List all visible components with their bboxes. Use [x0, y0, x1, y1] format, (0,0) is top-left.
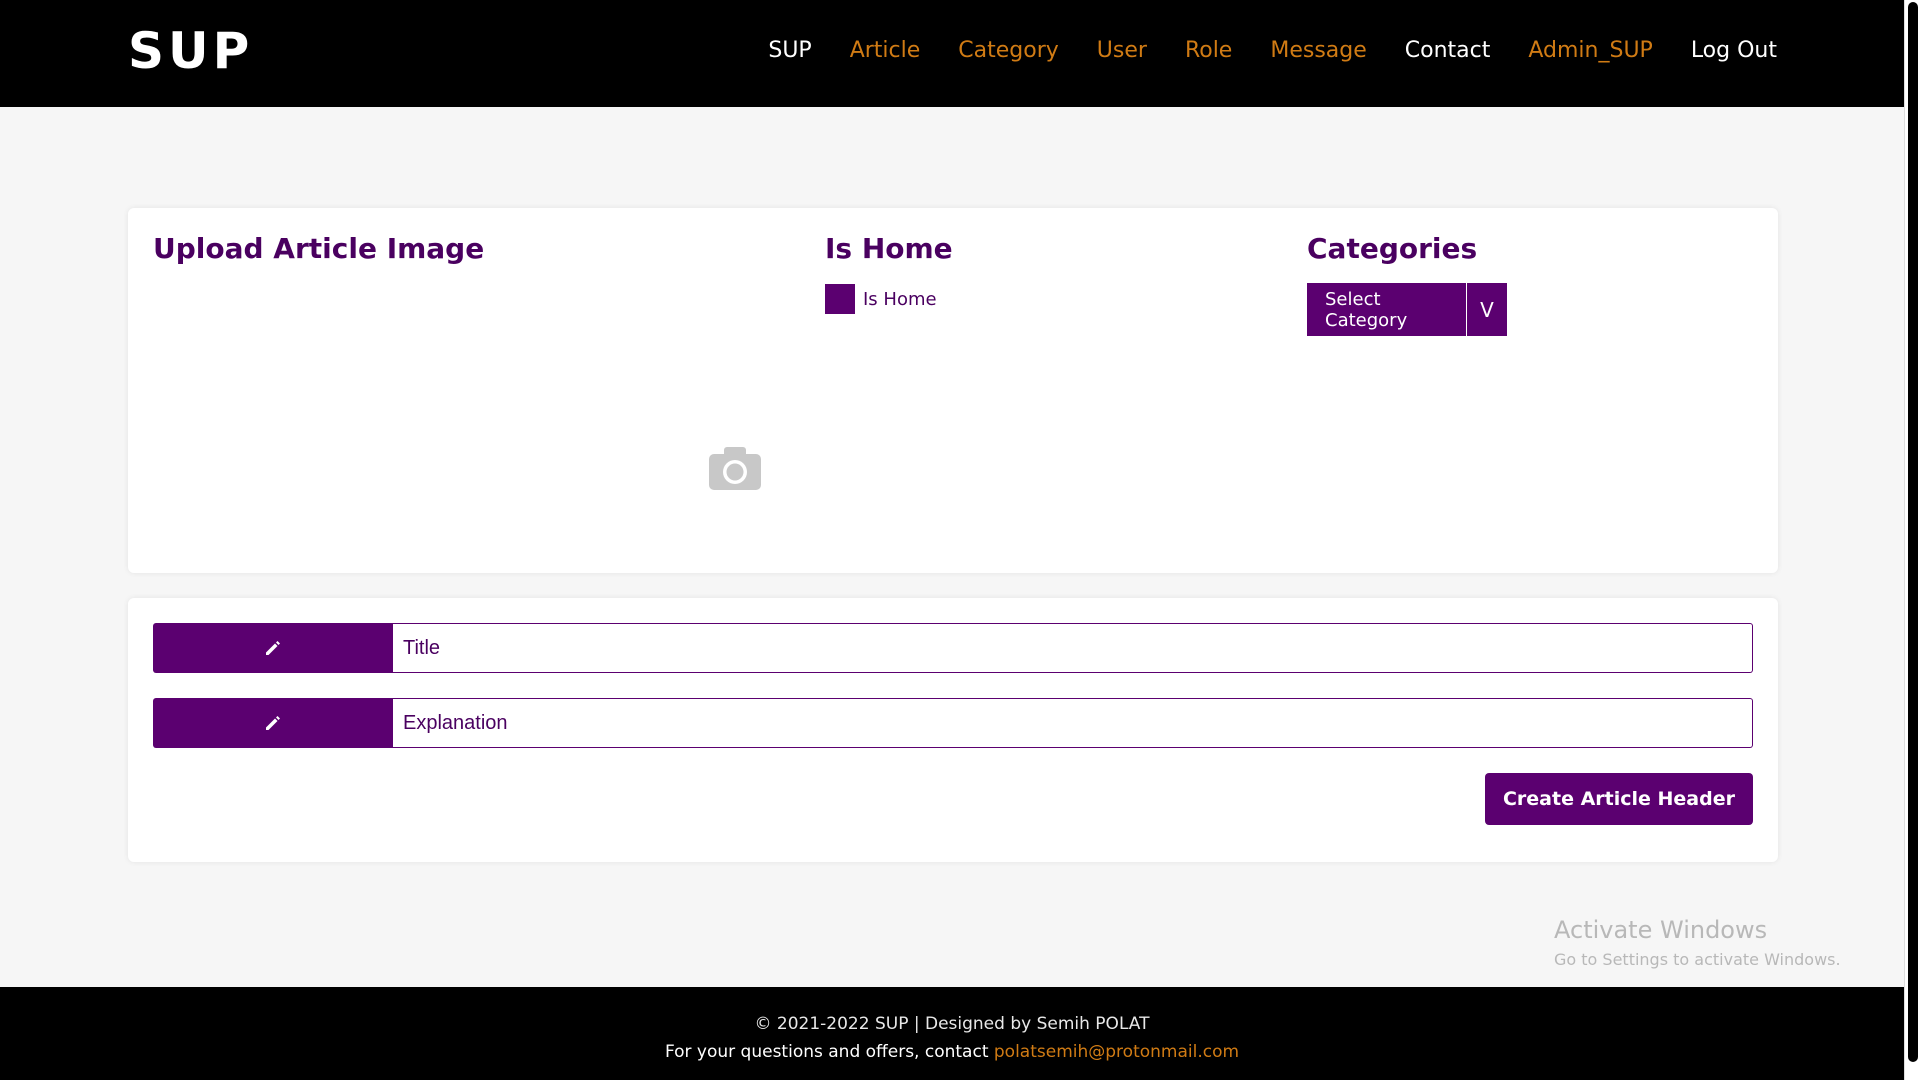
windows-activation-watermark: Activate Windows Go to Settings to activ…: [1554, 916, 1841, 969]
explanation-input[interactable]: [403, 711, 1752, 735]
page-scrollbar[interactable]: [1904, 0, 1920, 1080]
article-header-form: Create Article Header: [128, 598, 1778, 862]
article-options-card: Upload Article Image Is Home Is Home Cat…: [128, 208, 1778, 573]
upload-title: Upload Article Image: [153, 232, 485, 265]
nav-item-sup[interactable]: SUP: [768, 38, 811, 63]
pencil-icon: [153, 623, 393, 673]
category-select[interactable]: Select Category V: [1307, 283, 1507, 336]
footer-email-link[interactable]: polatsemih@protonmail.com: [994, 1042, 1239, 1062]
create-article-header-button[interactable]: Create Article Header: [1484, 773, 1753, 825]
main-nav: SUP Article Category User Role Message C…: [768, 38, 1777, 63]
title-input[interactable]: [403, 636, 1752, 660]
watermark-subtitle: Go to Settings to activate Windows.: [1554, 950, 1841, 969]
navbar: SUP SUP Article Category User Role Messa…: [0, 0, 1904, 107]
scrollbar-thumb[interactable]: [1908, 2, 1918, 1062]
explanation-input-group: [153, 698, 1753, 748]
nav-item-admin[interactable]: Admin_SUP: [1528, 38, 1652, 63]
title-field-wrapper: [393, 623, 1753, 673]
nav-item-category[interactable]: Category: [958, 38, 1059, 63]
watermark-title: Activate Windows: [1554, 916, 1768, 944]
title-input-group: [153, 623, 1753, 673]
nav-item-message[interactable]: Message: [1270, 38, 1366, 63]
nav-item-user[interactable]: User: [1097, 38, 1147, 63]
nav-item-contact[interactable]: Contact: [1405, 38, 1491, 63]
nav-item-role[interactable]: Role: [1185, 38, 1232, 63]
camera-icon[interactable]: [709, 446, 761, 490]
footer-contact-text: For your questions and offers, contact: [664, 1042, 994, 1062]
is-home-checkbox-row[interactable]: Is Home: [825, 284, 937, 314]
footer: © 2021-2022 SUP | Designed by Semih POLA…: [0, 987, 1904, 1080]
nav-item-article[interactable]: Article: [850, 38, 921, 63]
categories-title: Categories: [1307, 232, 1478, 265]
footer-copyright: © 2021-2022 SUP | Designed by Semih POLA…: [754, 1014, 1150, 1034]
select-category-button[interactable]: Select Category: [1307, 283, 1467, 336]
brand-logo[interactable]: SUP: [128, 22, 253, 80]
nav-item-logout[interactable]: Log Out: [1691, 38, 1777, 63]
explanation-field-wrapper: [393, 698, 1753, 748]
is-home-checkbox-label: Is Home: [863, 288, 937, 310]
is-home-checkbox[interactable]: [825, 284, 855, 314]
is-home-title: Is Home: [825, 232, 953, 265]
dropdown-toggle-icon[interactable]: V: [1467, 283, 1507, 336]
pencil-icon: [153, 698, 393, 748]
footer-contact: For your questions and offers, contact p…: [0, 1042, 1904, 1062]
